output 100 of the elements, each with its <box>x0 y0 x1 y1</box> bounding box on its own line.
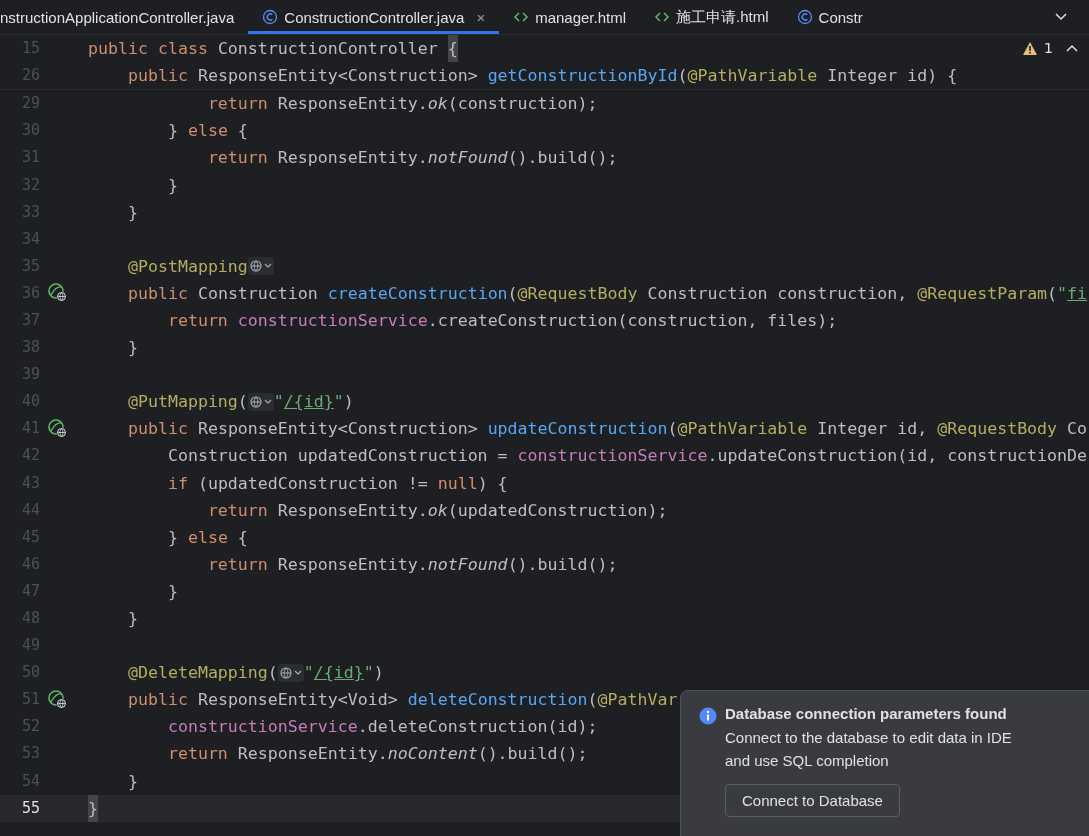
code-token: public <box>126 689 189 712</box>
code-token: ( <box>667 418 678 441</box>
warning-icon[interactable] <box>1022 40 1039 56</box>
code-token: createConstruction <box>327 282 508 305</box>
code-token: ( <box>267 662 278 685</box>
code-token: ( <box>1047 282 1058 305</box>
code-token: @RequestBody <box>517 282 638 305</box>
code-token: .deleteConstruction(id); <box>357 716 598 739</box>
code-token: deleteConstruction <box>407 689 588 712</box>
class-icon <box>262 9 279 25</box>
code-token: ().build(); <box>507 553 618 576</box>
code-token: public class <box>88 38 209 61</box>
code-token: " <box>1057 282 1068 305</box>
code-token: ( <box>587 689 598 712</box>
code-token: ResponseEntity<Void> <box>197 689 399 712</box>
code-token: else <box>187 120 228 143</box>
code-token: (updatedConstruction); <box>447 499 668 522</box>
code-token: ok <box>427 93 448 116</box>
code-token: Co <box>1066 418 1088 441</box>
globe-icon[interactable] <box>247 392 274 411</box>
bean-globe-icon[interactable] <box>48 283 68 304</box>
code-token: constructionService <box>237 310 428 332</box>
code-token: null <box>437 472 478 495</box>
code-token: ().build(); <box>477 743 588 766</box>
code-token: ) <box>343 391 354 414</box>
editor-tab[interactable]: ConstructionController.java × <box>248 0 500 34</box>
code-token: Construction construction, <box>646 282 909 305</box>
code-token: ) { <box>477 472 508 495</box>
code-token: Construction updatedConstruction = <box>166 445 509 468</box>
code-token: ( <box>237 391 248 414</box>
connect-button[interactable]: Connect to Database <box>725 784 900 817</box>
code-token: @PutMapping <box>126 391 238 414</box>
chevron-down-icon[interactable] <box>1054 12 1068 22</box>
code-token: } <box>126 770 138 793</box>
code-token: return <box>166 310 229 332</box>
code-token: public <box>126 418 189 441</box>
code-token: notFound <box>427 553 508 576</box>
code-token: ( <box>677 65 688 88</box>
code-token: ResponseEntity. <box>277 147 428 170</box>
url-link[interactable]: /{id} <box>283 388 334 416</box>
code-token: " <box>273 391 284 414</box>
code-token: @PostMapping <box>126 255 248 278</box>
code-token: } <box>126 608 138 630</box>
code-token: ResponseEntity. <box>237 743 388 766</box>
code-token: (construction); <box>447 93 598 116</box>
code-token: } <box>126 337 138 360</box>
code-token: public <box>126 282 189 305</box>
close-icon[interactable]: × <box>476 8 486 26</box>
code-token: } <box>166 580 178 603</box>
code-token: ResponseEntity<Construction> <box>197 418 479 441</box>
code-token: @PathVar <box>597 689 678 712</box>
code-token: return <box>206 147 269 170</box>
code-token: Integer id) { <box>826 65 958 88</box>
code-token: return <box>166 743 229 766</box>
code-token: ) <box>373 662 384 685</box>
code-token: ok <box>427 499 448 522</box>
code-token: return <box>206 499 269 522</box>
globe-icon[interactable] <box>247 257 274 276</box>
editor-tab[interactable]: Constr <box>782 0 877 34</box>
code-token: { <box>236 120 248 143</box>
editor-tab[interactable]: 施工申请.html <box>640 0 783 34</box>
code-token: ResponseEntity<Construction> <box>197 65 479 88</box>
code-token: ResponseEntity. <box>277 499 428 522</box>
code-token: Integer id, <box>816 418 929 441</box>
code-token: constructionService <box>517 445 708 468</box>
chevron-up-icon[interactable] <box>1065 43 1079 53</box>
url-link[interactable]: /{id} <box>313 659 364 687</box>
code-token: @PathVariable <box>687 65 818 88</box>
code-token: .updateConstruction(id, constructionDe <box>707 445 1088 468</box>
code-token: { <box>447 35 458 63</box>
bean-globe-icon[interactable] <box>48 689 68 710</box>
code-token: ConstructionController <box>217 38 439 61</box>
code-token: notFound <box>427 147 508 170</box>
info-icon <box>699 707 717 725</box>
code-token: } <box>166 120 179 143</box>
warning-count[interactable]: 1 <box>1044 40 1053 56</box>
code-token: } <box>166 526 179 549</box>
code-token: ( <box>507 282 518 305</box>
code-token: ResponseEntity. <box>277 553 428 576</box>
code-token: } <box>126 201 138 224</box>
editor-tab[interactable]: nstructionApplicationController.java <box>0 0 249 34</box>
url-link[interactable]: fi <box>1067 279 1088 307</box>
code-token: @DeleteMapping <box>126 662 268 685</box>
bean-globe-icon[interactable] <box>48 418 68 439</box>
code-token: public <box>126 65 189 88</box>
code-token: " <box>303 662 314 685</box>
editor-tab[interactable]: manager.html <box>499 0 641 34</box>
globe-icon[interactable] <box>277 663 304 682</box>
code-token: if <box>166 472 188 495</box>
code-token: return <box>206 93 269 116</box>
notification-text: Connect to the database to edit data in IDE and use SQL completion <box>725 728 1013 771</box>
code-token: return <box>206 553 269 576</box>
notification-title: Database connection parameters found <box>725 705 1008 722</box>
code-token: } <box>88 794 98 822</box>
code-token: @PathVariable <box>677 418 808 441</box>
code-token: noContent <box>387 743 478 766</box>
code-token: else <box>187 526 228 549</box>
code-token: .createConstruction(construction, files); <box>427 310 838 332</box>
code-token: { <box>236 526 248 549</box>
code-token: getConstructionById <box>487 65 678 88</box>
